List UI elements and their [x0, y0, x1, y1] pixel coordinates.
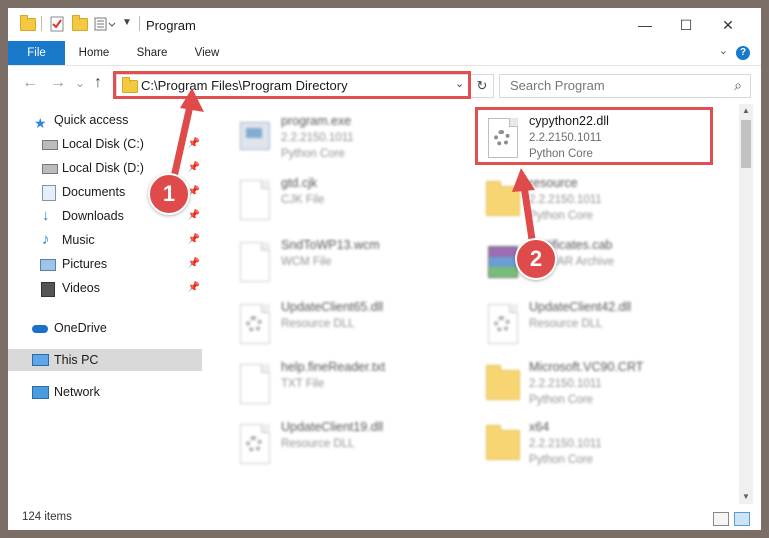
annotation-arrows: [168, 88, 537, 250]
arrow-2-head: [512, 168, 535, 192]
annotation-badge-1: 1: [148, 173, 190, 215]
explorer-window: ▼ Program — ☐ ✕ File Home Share View ⌄ ?…: [8, 8, 761, 530]
arrow-2-shaft: [520, 182, 537, 250]
arrow-1-head: [180, 88, 204, 112]
annotation-badge-2: 2: [515, 238, 557, 280]
